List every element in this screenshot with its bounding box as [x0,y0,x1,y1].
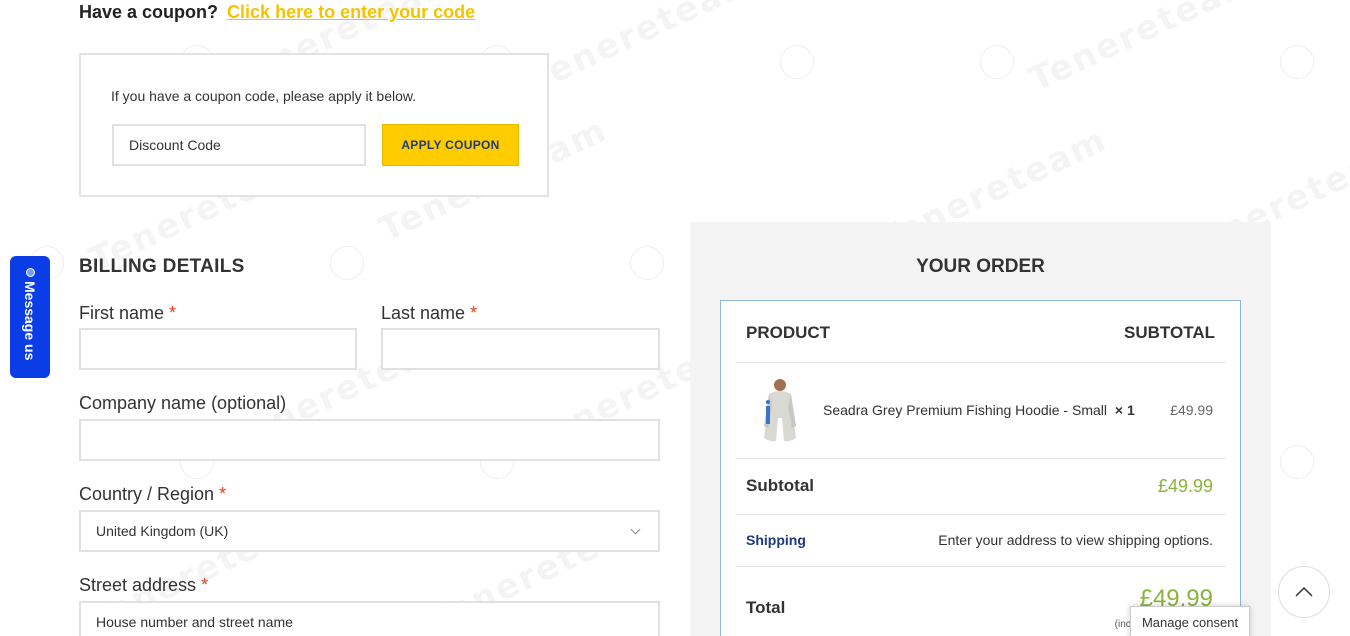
discount-code-input[interactable] [112,124,366,166]
coupon-form: If you have a coupon code, please apply … [79,53,549,197]
required-mark: * [219,484,227,504]
coupon-question: Have a coupon? [79,2,219,22]
company-name-input[interactable] [79,419,660,461]
watermark-logo [1280,445,1314,479]
first-name-label: First name * [79,303,176,324]
message-us-label: Message us [22,281,38,361]
product-name: Seadra Grey Premium Fishing Hoodie - Sma… [823,402,1135,418]
order-review-panel: YOUR ORDER PRODUCT SUBTOTAL Seadra Grey … [690,222,1271,636]
chevron-down-icon [630,524,641,534]
shipping-row: Shipping Enter your address to view ship… [736,515,1226,567]
watermark: Tenereteam [523,0,763,100]
order-table-header: PRODUCT SUBTOTAL [736,301,1226,363]
shipping-label: Shipping [746,532,806,548]
apply-coupon-button[interactable]: APPLY COUPON [382,124,519,166]
street-address-label: Street address * [79,575,208,596]
required-mark: * [169,303,177,323]
watermark-logo [980,45,1014,79]
product-price: £49.99 [1170,402,1213,418]
last-name-label-text: Last name [381,303,466,323]
first-name-label-text: First name [79,303,165,323]
total-label: Total [746,598,786,617]
last-name-label: Last name * [381,303,477,324]
subtotal-value: £49.99 [1157,476,1213,496]
required-mark: * [470,303,478,323]
watermark-logo [1280,45,1314,79]
coupon-description: If you have a coupon code, please apply … [111,88,417,104]
street-address-label-text: Street address [79,575,197,595]
coupon-prompt: Have a coupon? Click here to enter your … [79,2,475,23]
shipping-info: Enter your address to view shipping opti… [938,532,1213,548]
your-order-heading: YOUR ORDER [916,256,1045,277]
subtotal-label: Subtotal [746,476,814,495]
subtotal-column-header: SUBTOTAL [1124,323,1215,342]
country-label: Country / Region * [79,484,226,505]
street-address-input[interactable] [79,601,660,636]
country-value: United Kingdom (UK) [96,523,229,539]
chevron-up-icon [1295,587,1313,597]
required-mark: * [201,575,209,595]
watermark-logo [330,246,364,280]
manage-consent-button[interactable]: Manage consent [1130,606,1250,636]
product-name-text: Seadra Grey Premium Fishing Hoodie - Sma… [823,402,1107,418]
enter-coupon-link[interactable]: Click here to enter your code [227,2,475,22]
company-name-label: Company name (optional) [79,393,287,413]
billing-details-heading: BILLING DETAILS [79,256,245,277]
watermark-logo [780,45,814,79]
order-table: PRODUCT SUBTOTAL Seadra Grey Premium Fis… [720,300,1241,636]
last-name-input[interactable] [381,328,660,370]
product-thumbnail [764,379,796,442]
country-select[interactable]: United Kingdom (UK) [79,510,660,552]
product-quantity: × 1 [1114,402,1135,418]
product-column-header: PRODUCT [746,323,831,342]
scroll-to-top-button[interactable] [1278,566,1330,618]
message-us-button[interactable]: Message us [10,256,50,378]
watermark-logo [630,246,664,280]
subtotal-row: Subtotal £49.99 [736,459,1226,515]
first-name-input[interactable] [79,328,357,370]
order-item-row: Seadra Grey Premium Fishing Hoodie - Sma… [736,363,1226,459]
status-dot-icon [25,268,35,277]
watermark: Tenereteam [1023,0,1263,100]
country-label-text: Country / Region [79,484,215,504]
